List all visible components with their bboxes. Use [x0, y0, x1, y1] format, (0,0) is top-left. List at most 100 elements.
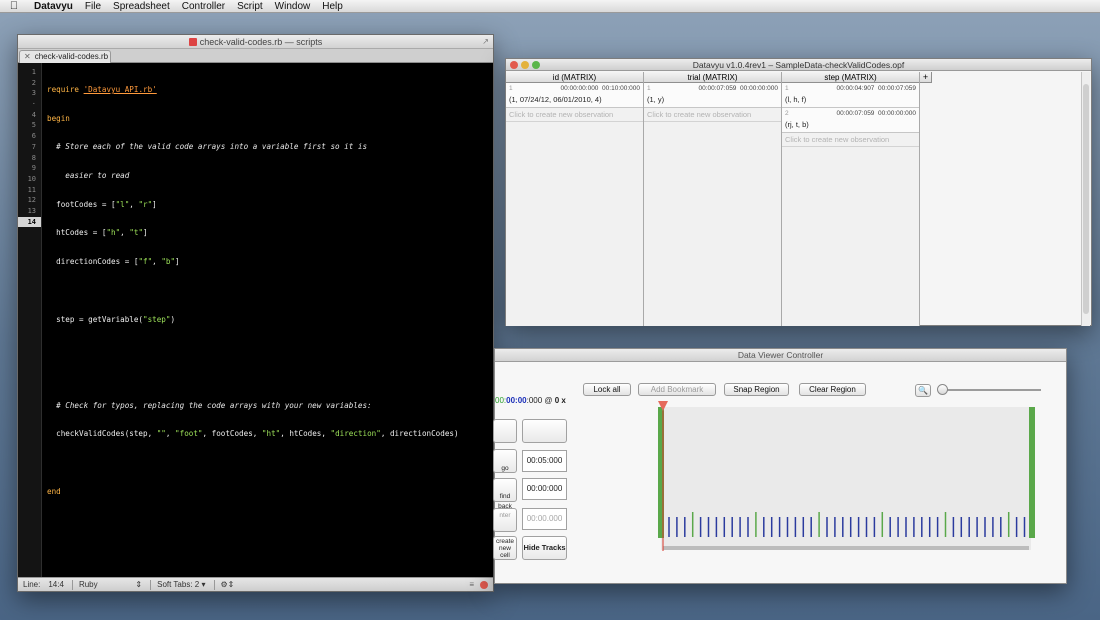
cell-value[interactable]: (1, y)	[647, 95, 664, 104]
lock-all-button[interactable]: Lock all	[583, 383, 631, 396]
tab-label: check-valid-codes.rb	[34, 52, 109, 61]
go-back-time-field[interactable]: 00:05:000	[522, 450, 567, 472]
go-back-button[interactable]: go back	[493, 449, 517, 510]
controller-titlebar[interactable]: Data Viewer Controller	[495, 349, 1066, 362]
soft-tabs-label: Soft Tabs:	[157, 579, 193, 589]
cell-value[interactable]: (l, h, f)	[785, 95, 806, 104]
code-area[interactable]: 1 2 3 · 4 5 6 7 8 9 10 11 12 13 14 requi…	[18, 63, 493, 579]
editor-titlebar[interactable]: check-valid-codes.rb — scripts ↗	[18, 35, 493, 49]
column-step: step (MATRIX) 1 00:00:04:907 00:00:07:05…	[782, 72, 920, 326]
zoom-window-icon[interactable]	[532, 61, 540, 69]
cell-times[interactable]: 00:00:04:907 00:00:07:059	[836, 85, 916, 92]
code-line: begin	[47, 114, 493, 125]
code-text-span: ,	[165, 429, 176, 439]
create-observation[interactable]: Click to create new observation	[782, 133, 919, 147]
soft-tabs-select[interactable]: Soft Tabs: 2 ▾	[157, 578, 205, 592]
menu-help[interactable]: Help	[316, 0, 349, 13]
close-tab-icon[interactable]: ✕	[24, 52, 31, 61]
cell-offset[interactable]: 00:00:00:000	[878, 110, 916, 117]
cell-onset[interactable]: 00:00:07:059	[836, 110, 874, 117]
line-number: 1	[31, 68, 36, 76]
cell-ordinal: 1	[785, 85, 789, 92]
create-observation[interactable]: Click to create new observation	[506, 108, 643, 122]
code-text-span: step = getVariable(	[47, 314, 144, 324]
code-line: checkValidCodes(step, "", "foot", footCo…	[47, 429, 493, 440]
create-observation[interactable]: Click to create new observation	[644, 108, 781, 122]
ruby-file-icon	[188, 38, 197, 46]
menu-file[interactable]: File	[79, 0, 107, 13]
find-button[interactable]: find	[493, 478, 517, 502]
close-window-icon[interactable]	[510, 61, 518, 69]
cell-offset[interactable]: 00:00:07:059	[878, 85, 916, 92]
data-viewer-controller-window: Data Viewer Controller Lock all Add Book…	[493, 348, 1067, 584]
column-header-trial[interactable]: trial (MATRIX)	[644, 72, 781, 83]
cell-onset[interactable]: 00:00:04:907	[836, 85, 874, 92]
code-string: "t"	[129, 228, 144, 238]
cell-value[interactable]: (1, 07/24/12, 06/01/2010, 4)	[509, 95, 602, 104]
find-time-field[interactable]: 00:00:000	[522, 478, 567, 500]
line-number: 8	[31, 153, 36, 162]
menu-controller[interactable]: Controller	[176, 0, 231, 13]
create-new-cell-button[interactable]: create new cell	[493, 536, 517, 560]
cell-onset[interactable]: 00:00:00:000	[560, 85, 598, 92]
control-button[interactable]	[522, 419, 567, 443]
snap-region-button[interactable]: Snap Region	[724, 383, 789, 396]
column-header-step[interactable]: step (MATRIX)	[782, 72, 919, 83]
add-column-button[interactable]: +	[920, 72, 932, 83]
line-number-gutter: 1 2 3 · 4 5 6 7 8 9 10 11 12 13 14	[18, 63, 42, 579]
code-text-span: ]	[143, 228, 148, 238]
code-comment: # Check for typos, replacing the code ar…	[47, 400, 372, 410]
updown-icon: ⇕	[135, 579, 143, 589]
clear-region-button[interactable]: Clear Region	[799, 383, 866, 396]
line-number: 13	[27, 206, 36, 215]
tab-size-value: 2	[194, 579, 200, 589]
spreadsheet-cell[interactable]: 1 00:00:07:059 00:00:00:000 (1, y)	[644, 83, 781, 108]
cursor-position: 14:4	[48, 579, 64, 589]
spreadsheet-cell[interactable]: 1 00:00:00:000 00:10:00:000 (1, 07/24/12…	[506, 83, 643, 108]
apple-icon[interactable]: 	[0, 0, 28, 13]
cell-times[interactable]: 00:00:00:000 00:10:00:000	[560, 85, 640, 92]
enter-button[interactable]: nter	[493, 508, 517, 532]
stop-icon[interactable]	[480, 581, 488, 589]
enter-time-field[interactable]: 00:00.000	[522, 508, 567, 530]
region-end-marker[interactable]	[1029, 407, 1035, 538]
cell-onset[interactable]: 00:00:07:059	[698, 85, 736, 92]
add-bookmark-button[interactable]: Add Bookmark	[638, 383, 716, 396]
spreadsheet-cell[interactable]: 1 00:00:04:907 00:00:07:059 (l, h, f)	[782, 83, 919, 108]
current-timecode: 00:00:00:000 @ 0 x	[495, 396, 566, 405]
tab-check-valid-codes[interactable]: ✕ check-valid-codes.rb	[19, 50, 111, 63]
code-text-span: footCodes = [	[47, 199, 116, 209]
menu-script[interactable]: Script	[231, 0, 269, 13]
tracks-timeline[interactable]	[653, 401, 1048, 556]
cell-offset[interactable]: 00:10:00:000	[602, 85, 640, 92]
minimize-window-icon[interactable]	[521, 61, 529, 69]
code-string: "l"	[115, 199, 130, 209]
control-button[interactable]	[493, 419, 517, 443]
divider	[71, 579, 73, 590]
language-select[interactable]: Ruby ⇕	[79, 578, 142, 592]
code-string: 'Datavyu_API.rb'	[83, 85, 157, 94]
fullscreen-icon[interactable]: ↗	[482, 35, 489, 49]
zoom-slider-track[interactable]	[941, 389, 1041, 391]
cell-times[interactable]: 00:00:07:059 00:00:00:000	[698, 85, 778, 92]
hide-tracks-button[interactable]: Hide Tracks	[522, 536, 567, 560]
gear-icon[interactable]: ⚙⇕	[221, 578, 235, 592]
code-string: "f"	[138, 257, 153, 267]
scrollbar-thumb[interactable]	[1083, 84, 1089, 314]
cell-value[interactable]: (rj, t, b)	[785, 120, 809, 129]
code-text-span: htCodes = [	[47, 228, 107, 238]
zoom-magnifier-icon[interactable]: 🔍	[915, 384, 931, 397]
lines-icon[interactable]: ≡	[469, 578, 474, 592]
cell-offset[interactable]: 00:00:00:000	[740, 85, 778, 92]
code-text[interactable]: require 'Datavyu_API.rb' begin # Store e…	[42, 63, 493, 579]
menu-spreadsheet[interactable]: Spreadsheet	[107, 0, 176, 13]
cell-times[interactable]: 00:00:07:059 00:00:00:000	[836, 110, 916, 117]
spreadsheet-titlebar[interactable]: Datavyu v1.0.4rev1 – SampleData-checkVal…	[506, 59, 1091, 71]
menu-window[interactable]: Window	[269, 0, 317, 13]
menu-app-name[interactable]: Datavyu	[28, 0, 79, 13]
zoom-slider-knob[interactable]	[937, 384, 948, 395]
column-header-id[interactable]: id (MATRIX)	[506, 72, 643, 83]
spreadsheet-cell[interactable]: 2 00:00:07:059 00:00:00:000 (rj, t, b)	[782, 108, 919, 133]
vertical-scrollbar[interactable]	[1081, 72, 1090, 326]
